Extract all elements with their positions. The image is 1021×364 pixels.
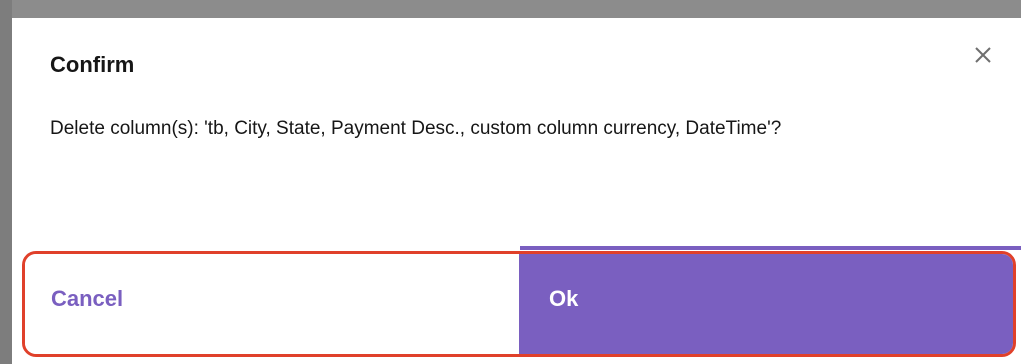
ok-button-label: Ok [549,286,579,311]
close-icon [971,43,995,67]
cancel-button[interactable]: Cancel [25,254,519,354]
dialog-message: Delete column(s): 'tb, City, State, Paym… [50,118,782,139]
dialog-title: Confirm [50,52,135,77]
confirm-dialog: Confirm Delete column(s): 'tb, City, Sta… [12,18,1021,364]
ok-button[interactable]: Ok [519,254,1013,354]
backdrop-edge [0,0,12,364]
dialog-footer: Cancel Ok [22,251,1016,357]
dialog-footer-accent-strip [520,246,1021,250]
close-button[interactable] [971,43,995,67]
cancel-button-label: Cancel [51,286,124,311]
